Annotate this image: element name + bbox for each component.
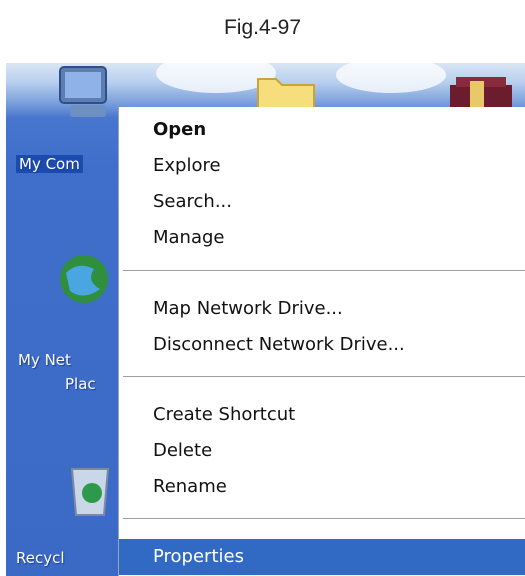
menu-item-create-shortcut[interactable]: Create Shortcut <box>119 397 525 433</box>
menu-item-disconnect-network-drive[interactable]: Disconnect Network Drive... <box>119 327 525 363</box>
folder-icon[interactable] <box>256 71 316 111</box>
figure-caption: Fig.4-97 <box>223 16 302 39</box>
menu-item-explore[interactable]: Explore <box>119 148 525 184</box>
desktop-screenshot: My Com My Net Plac Recycl Open Explore S… <box>6 63 525 576</box>
menu-item-search[interactable]: Search... <box>119 184 525 220</box>
menu-item-rename[interactable]: Rename <box>119 469 525 505</box>
menu-item-properties[interactable]: Properties <box>119 539 525 575</box>
network-places-icon[interactable] <box>56 251 116 311</box>
network-places-label-line1[interactable]: My Net <box>18 351 71 369</box>
network-places-label-line2[interactable]: Plac <box>65 375 96 393</box>
books-icon[interactable] <box>446 67 516 111</box>
recycle-bin-label[interactable]: Recycl <box>16 549 65 567</box>
recycle-bin-icon[interactable] <box>64 461 116 517</box>
menu-separator <box>123 270 525 272</box>
menu-item-map-network-drive[interactable]: Map Network Drive... <box>119 291 525 327</box>
my-computer-icon[interactable] <box>46 65 116 123</box>
menu-item-open[interactable]: Open <box>119 112 525 148</box>
menu-item-delete[interactable]: Delete <box>119 433 525 469</box>
my-computer-label[interactable]: My Com <box>16 155 83 173</box>
menu-separator <box>123 518 525 520</box>
context-menu: Open Explore Search... Manage Map Networ… <box>119 107 525 576</box>
menu-separator <box>123 376 525 378</box>
menu-item-manage[interactable]: Manage <box>119 220 525 256</box>
